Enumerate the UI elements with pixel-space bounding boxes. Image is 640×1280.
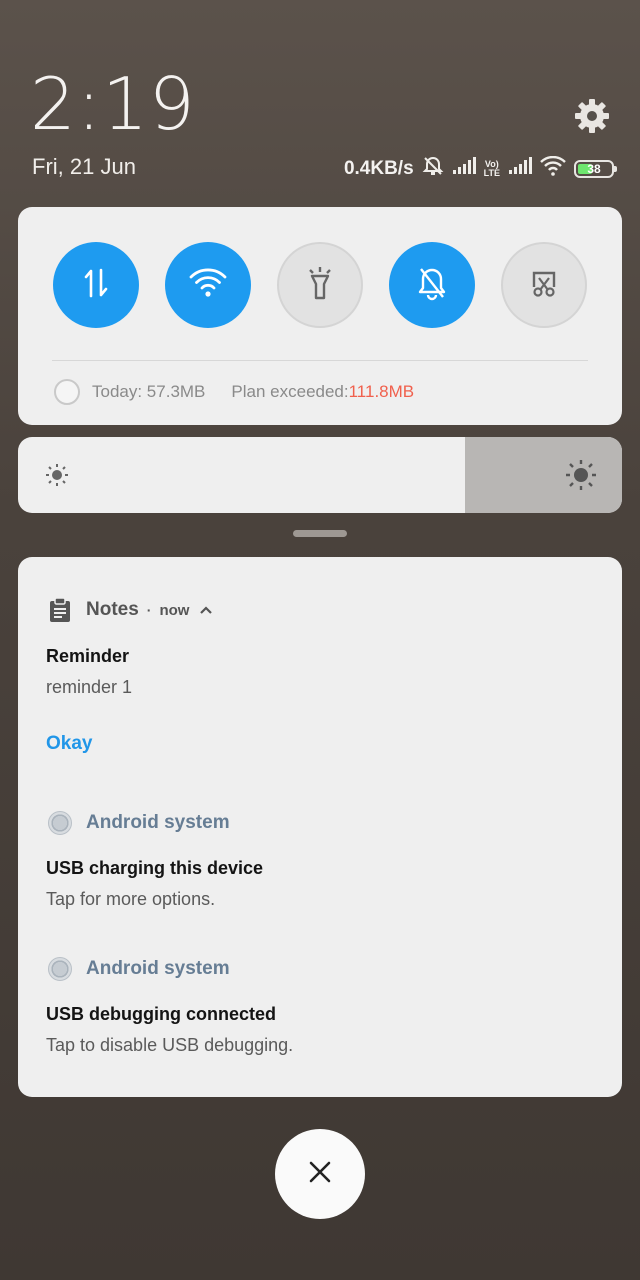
signal-2-icon bbox=[508, 157, 532, 181]
data-usage-row[interactable]: Today: 57.3MB Plan exceeded: 111.8MB bbox=[54, 379, 414, 405]
notes-title[interactable]: Reminder bbox=[46, 646, 129, 667]
android-system-icon bbox=[48, 957, 72, 981]
alarm-off-icon bbox=[422, 155, 444, 183]
scissors-screen-icon bbox=[526, 265, 562, 306]
battery-icon: 38 bbox=[574, 160, 617, 178]
screenshot-toggle[interactable] bbox=[501, 242, 587, 328]
clipboard-icon bbox=[48, 597, 72, 623]
okay-button[interactable]: Okay bbox=[46, 733, 92, 755]
notes-time: now bbox=[159, 601, 190, 619]
status-bar-icons: 0.4KB/s Vo) LTE 38 bbox=[343, 154, 617, 184]
date-label[interactable]: Fri, 21 Jun bbox=[32, 154, 136, 180]
notifications-panel: Notes · now Reminder reminder 1 Okay And… bbox=[18, 557, 622, 1097]
android-system-header[interactable]: Android system bbox=[48, 957, 230, 981]
clear-all-button[interactable] bbox=[275, 1129, 365, 1219]
android-system-header[interactable]: Android system bbox=[48, 811, 230, 835]
battery-level: 38 bbox=[587, 162, 601, 176]
flashlight-toggle[interactable] bbox=[277, 242, 363, 328]
usb-debugging-title[interactable]: USB debugging connected bbox=[46, 1004, 276, 1025]
brightness-slider-track-empty bbox=[464, 437, 622, 513]
close-icon bbox=[307, 1159, 333, 1190]
notes-header[interactable]: Notes · now bbox=[48, 597, 213, 623]
android-system-icon bbox=[48, 811, 72, 835]
wifi-toggle[interactable] bbox=[165, 242, 251, 328]
bell-off-icon bbox=[414, 265, 450, 306]
usage-ring-icon bbox=[54, 379, 80, 405]
today-usage: Today: 57.3MB bbox=[92, 382, 206, 401]
separator-dot: · bbox=[146, 602, 152, 618]
mobile-data-toggle[interactable] bbox=[53, 242, 139, 328]
plan-value: 111.8MB bbox=[348, 382, 415, 401]
brightness-slider[interactable] bbox=[18, 437, 622, 513]
flashlight-icon bbox=[303, 264, 337, 307]
plan-label: Plan exceeded: bbox=[231, 382, 349, 401]
brightness-high-icon bbox=[565, 459, 597, 496]
network-speed: 0.4KB/s bbox=[343, 158, 414, 179]
usb-debugging-text[interactable]: Tap to disable USB debugging. bbox=[46, 1035, 293, 1056]
notes-text[interactable]: reminder 1 bbox=[46, 677, 132, 698]
volte-icon: Vo) LTE bbox=[483, 159, 500, 178]
brightness-low-icon bbox=[45, 463, 69, 492]
settings-gear-icon[interactable] bbox=[572, 96, 612, 136]
drag-handle[interactable] bbox=[293, 530, 347, 537]
android-system-app-name: Android system bbox=[86, 958, 230, 979]
usb-charging-title[interactable]: USB charging this device bbox=[46, 858, 263, 879]
data-arrows-icon bbox=[79, 266, 113, 305]
divider bbox=[52, 360, 588, 361]
wifi-status-icon bbox=[540, 155, 566, 182]
android-system-app-name: Android system bbox=[86, 812, 230, 833]
signal-1-icon bbox=[452, 157, 476, 181]
silent-toggle[interactable] bbox=[389, 242, 475, 328]
clock-time[interactable]: 2:19 bbox=[30, 62, 196, 146]
quick-settings-panel: Today: 57.3MB Plan exceeded: 111.8MB bbox=[18, 207, 622, 425]
chevron-up-icon[interactable] bbox=[199, 605, 213, 615]
wifi-icon bbox=[188, 267, 228, 304]
usb-charging-text[interactable]: Tap for more options. bbox=[46, 889, 215, 910]
notes-app-name: Notes bbox=[86, 599, 139, 620]
